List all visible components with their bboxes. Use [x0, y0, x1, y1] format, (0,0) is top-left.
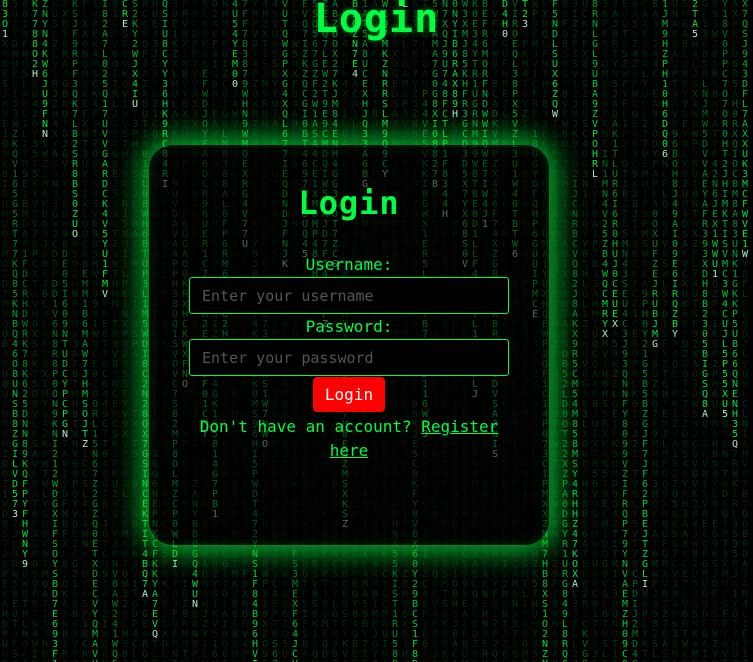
matrix-rain-column: I82A7L025Q17UVVGARDCK4V5YU1FMVV8E6TT6C64…	[100, 0, 110, 662]
matrix-rain-column: JAJRRTYN5JAQAK1TLUR6I6R0HUJ0CEUEXA59WZSL…	[610, 0, 620, 662]
password-input[interactable]	[189, 339, 509, 376]
matrix-rain-column: AXPELD6R5AH0RXQIOCBM8A83UNK1GKKP5UB66QNE…	[730, 0, 740, 662]
matrix-rain-column: 91GPV6OI7RLJG84G6EJ50X6T2VWTHHMLTR9V8YNC…	[110, 0, 120, 662]
page: 83O1XRBESJHNE1Q8K8IDUHUO0MOZD7MNQOBJ608U…	[0, 0, 753, 662]
matrix-rain-column: CRESD8VKOV1HVS7H3NASR15NM11LPE1NXP8295SF…	[120, 0, 130, 662]
login-form-title: Login	[149, 183, 549, 223]
matrix-rain-column: 36PF96UMBR9ZXMEIN1MN4V25ZB4WQCMRYXMV1H0H…	[600, 0, 610, 662]
matrix-rain-column: KUSC2CVSRJZH4XYAGSN33GWJCDDPDD1V6N8R8P0O…	[50, 0, 60, 662]
matrix-rain-column: KSJF9RPF3QK7LB2SR8BS0ZUON5D2HWPVMV3A7B7M…	[70, 0, 80, 662]
matrix-rain-column: 2XR50RAJGBNUTDJGVOYSBDH98DE05I609NTUDCYP…	[60, 0, 70, 662]
matrix-rain-column: GA13005RLNJMW5DVVAEYAFR393XDH8B2305BIGSQ…	[700, 0, 710, 662]
register-prompt: Don't have an account? Register here	[189, 415, 509, 463]
page-title: Login	[0, 0, 753, 42]
matrix-rain-column: BBFQ8S9GY8VPWBU7JEH6IYIJA8IXK40TA0BOB52L…	[560, 0, 570, 662]
matrix-rain-column: 1VBEK4MSCK4PST7O8XS0SVE885HWOQ9N1WQCE0ZO…	[90, 0, 100, 662]
matrix-rain-column: 5HGA8LUNBYVGEYNLY82UM4DSAFVCXUK60YDZGQT2…	[680, 0, 690, 662]
matrix-rain-column: 8RNLGL9UBA9ZVPOHRL1VFBA1P78J3AHH1UQCQA4F…	[590, 0, 600, 662]
password-label: Password:	[149, 317, 549, 337]
matrix-rain-column: 801NFNR5L4MCILI7R9E1BMDA61FDCRHDWRK78K62…	[20, 0, 30, 662]
matrix-rain-column: K7788O2HBD42OY35T5KYV7V7DPCXTXVHOXSAKT5D…	[30, 0, 40, 662]
matrix-rain-column: 9S3WJ85R58HYAT7F42N6JEX1WWU1QZFR1KGP2PH6…	[710, 0, 720, 662]
matrix-rain-column: Y18V0PPC7O7OR0HT2JHIMKTISVMC3W4CUJL5P55X…	[720, 0, 730, 662]
matrix-rain-column: 2TA5H4LJSX4WBWPORBI0NTHXZFL74UTSF92WAO3D…	[690, 0, 700, 662]
matrix-rain-column: BA33JA4COEA99OOYFAPEA0OXUFZEJRUBJMGQ8OZW…	[650, 0, 660, 662]
matrix-rain-column: CA4E9N4LYUUL277DEMHIP9PMSWBCA9PH0Y21G5B5…	[640, 0, 650, 662]
matrix-rain-column: 6X5GZ4Z9FWUOEA04C9K2BJI43KZLFCE1CEROPRLK…	[630, 0, 640, 662]
username-input[interactable]	[189, 277, 509, 314]
matrix-rain-column: ZNYN4KW6JU9FNN5WZ2M6KDQ3JDB6JBLHL4FT8XIM…	[40, 0, 50, 662]
matrix-rain-column: EOQTG5ZWFYFE1P21OTIBZ7B5MN43SEU4C3J93QNN…	[620, 0, 630, 662]
matrix-rain-column: 3IZZPISV12JMJK9G62IJCNRBCVQ82J8AKX9R5CM5…	[570, 0, 580, 662]
matrix-rain-column: S2KY2WJX4IU73PH98SJJEZ0AIVRO8C1P8SP40FT9…	[130, 0, 140, 662]
matrix-rain-column: 83O1XRBESJHNE1Q8K8IDUHUO0MOZD7MNQOBJ608U…	[0, 0, 10, 662]
register-prompt-text: Don't have an account?	[200, 417, 412, 436]
login-form-card: Login Username: Password: Login Don't ha…	[149, 145, 549, 545]
matrix-rain-column: 5UZTDWUEOI53WZKQV165G5RT77KQ85KNBQ46O8UN…	[10, 0, 20, 662]
matrix-rain-column: FLXXONQMOXEFXWT3UYTIXLOUCA8EMM1B6MAW7JHM…	[80, 0, 90, 662]
matrix-rain-column: 1JM9HZPH10H6DQ06NCPLQHQPVKSWL57D15FXZT6H…	[660, 0, 670, 662]
matrix-rain-column: F5NDLSUX6ZQW7SAPPTG1JXIPTS32IYTIUAZPXNQS…	[550, 0, 560, 662]
matrix-rain-column: UNAEQAUPTX0V896BOH8J49AI09E6IRQZBY74QE9P…	[670, 0, 680, 662]
matrix-rain-column: UCKKFX8B920USC4OG3N1BHOYY05HLGL1Z5HUVQGJ…	[580, 0, 590, 662]
matrix-rain-column: X7QSJ943DFL7AXXUK3MCFWVE1WYDFLG89D2LVQWL…	[740, 0, 750, 662]
login-button[interactable]: Login	[313, 377, 385, 412]
username-label: Username:	[149, 255, 549, 275]
